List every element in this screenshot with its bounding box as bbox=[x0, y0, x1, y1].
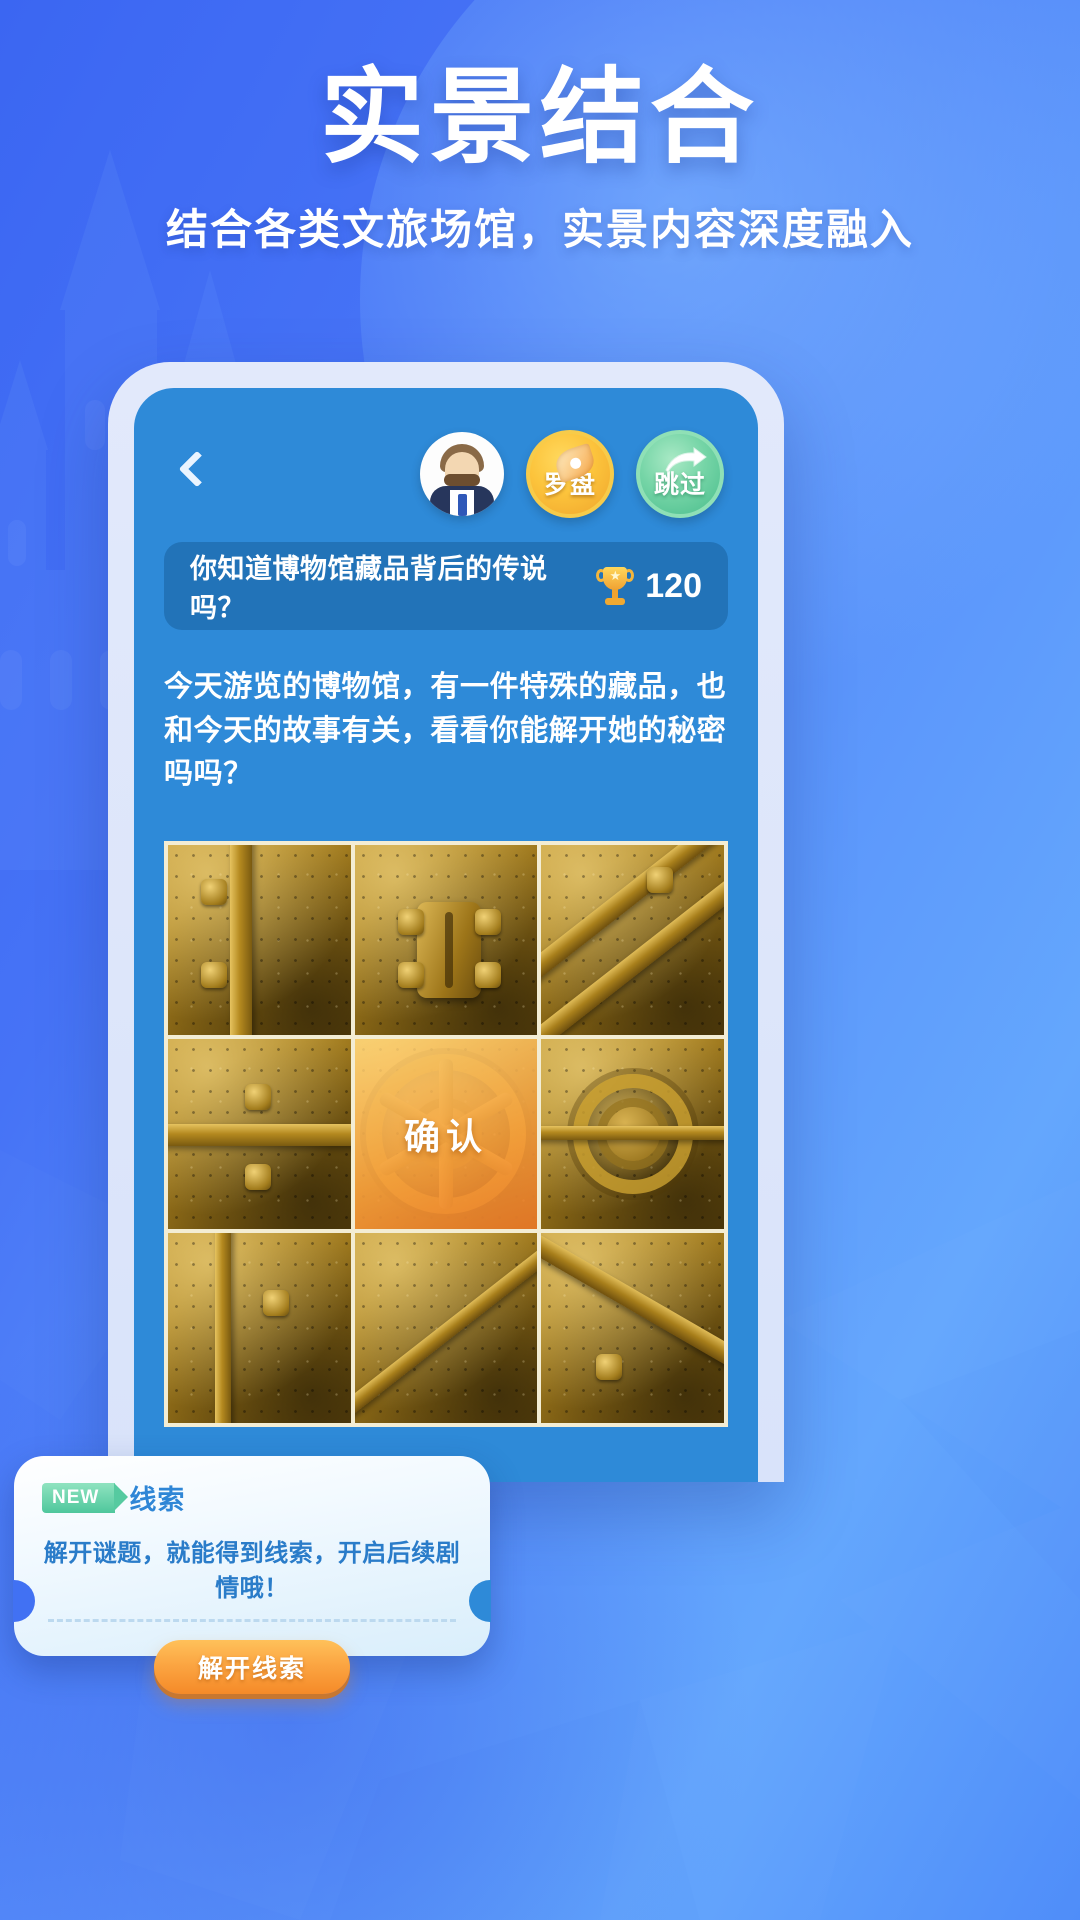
story-paragraph: 今天游览的博物馆，有一件特殊的藏品，也和今天的故事有关，看看你能解开她的秘密吗吗… bbox=[164, 671, 727, 790]
clue-card: NEW 线索 解开谜题，就能得到线索，开启后续剧情哦！ 解开线索 bbox=[13, 1456, 491, 1694]
clue-card-divider bbox=[48, 1619, 456, 1622]
avatar-tie bbox=[458, 494, 467, 516]
unlock-clue-button[interactable]: 解开线索 bbox=[154, 1640, 350, 1694]
avatar-mustache bbox=[444, 474, 480, 486]
trophy-icon bbox=[595, 565, 635, 607]
puzzle-tile[interactable] bbox=[541, 1232, 724, 1423]
clue-card-description: 解开谜题，就能得到线索，开启后续剧情哦！ bbox=[43, 1540, 461, 1602]
chevron-left-icon bbox=[178, 450, 216, 488]
skip-button[interactable]: 跳过 bbox=[636, 430, 724, 518]
new-badge: NEW bbox=[42, 1482, 129, 1513]
page-title: 实景结合 bbox=[319, 60, 760, 176]
puzzle-grid[interactable]: 确认 bbox=[164, 840, 728, 1427]
app-header-bar: 罗盘 跳过 bbox=[134, 388, 758, 518]
clue-card-header: NEW 线索 bbox=[42, 1478, 462, 1517]
header-actions: 罗盘 跳过 bbox=[420, 430, 724, 518]
score-group: 120 bbox=[595, 565, 702, 607]
compass-button[interactable]: 罗盘 bbox=[526, 430, 614, 518]
puzzle-tile[interactable] bbox=[168, 844, 351, 1035]
phone-mockup: 罗盘 跳过 你知道博物馆藏品背后的传说吗？ 120 bbox=[108, 362, 784, 1482]
unlock-clue-button-label: 解开线索 bbox=[197, 1655, 306, 1683]
confirm-label: 确认 bbox=[403, 1115, 488, 1157]
clue-card-title: 线索 bbox=[129, 1485, 186, 1515]
puzzle-tile[interactable] bbox=[354, 844, 538, 1035]
promo-header: 实景结合 结合各类文旅场馆，实景内容深度融入 bbox=[0, 0, 1080, 257]
skip-arrow-icon bbox=[665, 447, 707, 473]
app-screen: 罗盘 跳过 你知道博物馆藏品背后的传说吗？ 120 bbox=[134, 388, 758, 1482]
page-subtitle: 结合各类文旅场馆，实景内容深度融入 bbox=[165, 206, 914, 254]
puzzle-tile[interactable] bbox=[541, 1038, 724, 1229]
puzzle-tile[interactable] bbox=[541, 844, 724, 1035]
question-text: 你知道博物馆藏品背后的传说吗？ bbox=[190, 554, 548, 623]
puzzle-tile[interactable] bbox=[168, 1038, 351, 1229]
back-button[interactable] bbox=[168, 447, 222, 501]
score-value: 120 bbox=[645, 566, 702, 605]
puzzle-tile[interactable] bbox=[354, 1232, 538, 1423]
clue-card-notch-left bbox=[13, 1580, 35, 1622]
avatar[interactable] bbox=[420, 432, 504, 516]
confirm-overlay[interactable]: 确认 bbox=[354, 1038, 538, 1229]
clue-card-notch-right bbox=[469, 1580, 491, 1622]
question-bar: 你知道博物馆藏品背后的传说吗？ 120 bbox=[164, 542, 728, 630]
puzzle-tile-confirm[interactable]: 确认 bbox=[354, 1038, 538, 1229]
puzzle-tile[interactable] bbox=[168, 1232, 351, 1423]
